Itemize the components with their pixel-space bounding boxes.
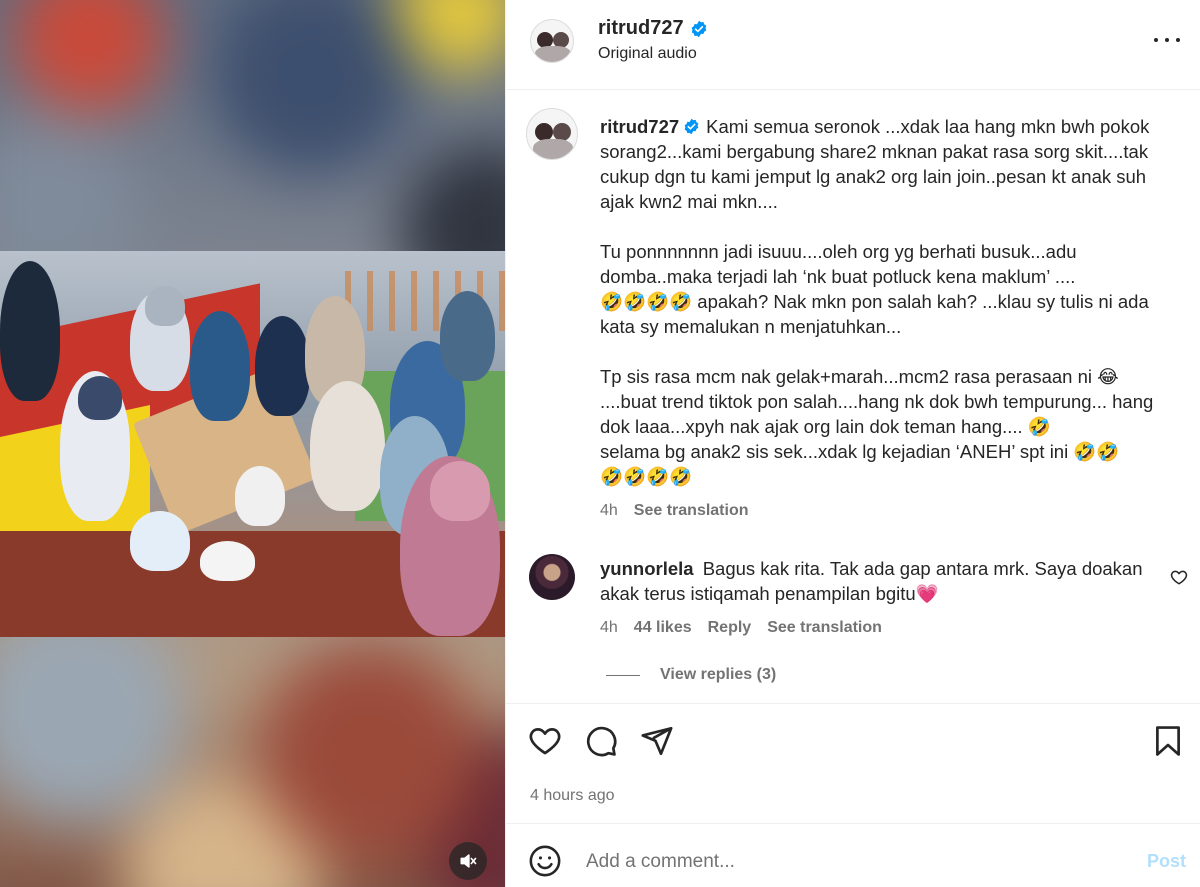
caption-see-translation[interactable]: See translation (634, 502, 749, 520)
author-username[interactable]: ritrud727 (598, 17, 684, 40)
comment-bubble-icon[interactable] (584, 724, 618, 758)
author-username-row[interactable]: ritrud727 (598, 17, 708, 40)
comment-reply-button[interactable]: Reply (708, 619, 752, 637)
commenter-avatar[interactable] (529, 554, 575, 600)
comment-time[interactable]: 4h (600, 619, 618, 637)
comment-input[interactable] (586, 848, 1106, 876)
add-comment-bar: Post (506, 823, 1200, 887)
comment-meta: 4h 44 likes Reply See translation (600, 619, 882, 637)
commenter-username[interactable]: yunnorlela (600, 558, 694, 579)
post-actions: 4 hours ago (506, 703, 1200, 823)
caption-time[interactable]: 4h (600, 502, 618, 520)
audio-label[interactable]: Original audio (598, 45, 697, 63)
post-comment-button[interactable]: Post (1147, 851, 1186, 872)
post-media[interactable] (0, 0, 505, 887)
comment-item: yunnorlela Bagus kak rita. Tak ada gap a… (600, 556, 1145, 606)
post-timestamp[interactable]: 4 hours ago (530, 787, 615, 805)
caption-meta: 4h See translation (600, 502, 749, 520)
post-details-panel: ritrud727 Original audio ritrud727 Kami s… (505, 0, 1200, 887)
verified-badge-icon (684, 118, 699, 135)
emoji-smiley-icon[interactable] (528, 844, 562, 878)
view-replies-button[interactable]: View replies (3) (606, 666, 776, 684)
caption-author-avatar[interactable] (526, 108, 578, 160)
like-heart-icon[interactable] (528, 724, 562, 758)
post-header: ritrud727 Original audio (506, 0, 1200, 90)
caption-paragraph-3: Tp sis rasa mcm nak gelak+marah...mcm2 r… (600, 366, 1154, 487)
verified-badge-icon (691, 20, 706, 37)
comment-likes[interactable]: 44 likes (634, 619, 692, 637)
mute-toggle-button[interactable] (449, 842, 487, 880)
author-avatar[interactable] (530, 19, 574, 63)
comment-like-heart-icon[interactable] (1170, 568, 1188, 586)
post-photo (0, 251, 505, 637)
save-bookmark-icon[interactable] (1151, 724, 1185, 758)
comment-see-translation[interactable]: See translation (767, 619, 882, 637)
caption-username[interactable]: ritrud727 (600, 116, 679, 137)
post-caption: ritrud727 Kami semua seronok ...xdak laa … (600, 114, 1180, 489)
replies-divider (606, 674, 640, 676)
view-replies-label[interactable]: View replies (3) (660, 666, 776, 684)
caption-paragraph-2: Tu ponnnnnnn jadi isuuu....oleh org yg b… (600, 241, 1149, 337)
audio-muted-icon (460, 854, 477, 868)
share-send-icon[interactable] (640, 724, 674, 758)
more-options-icon[interactable] (1154, 30, 1180, 50)
